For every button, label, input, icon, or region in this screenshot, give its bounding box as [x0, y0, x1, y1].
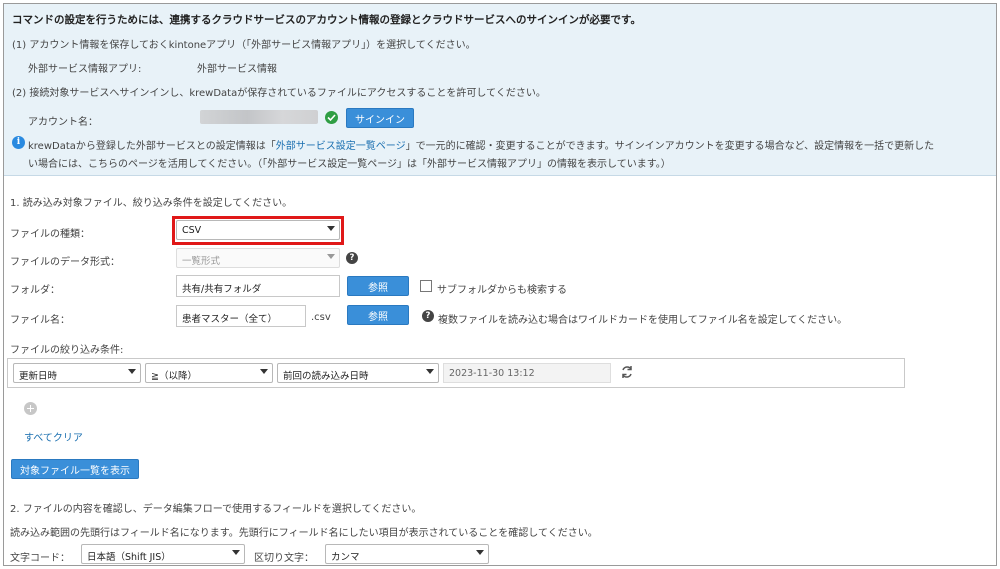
- filter-value-type-value: 前回の読み込み日時: [283, 371, 369, 382]
- delimiter-label: 区切り文字：: [254, 553, 314, 564]
- help-icon[interactable]: ?: [346, 252, 358, 264]
- app-value: 外部サービス情報: [197, 64, 277, 75]
- check-icon: [325, 111, 338, 124]
- refresh-icon[interactable]: [620, 365, 634, 379]
- show-file-list-button[interactable]: 対象ファイル一覧を表示: [11, 459, 139, 479]
- chevron-down-icon: [426, 369, 434, 374]
- settings-list-link[interactable]: 外部サービス設定一覧ページ: [276, 141, 406, 152]
- file-type-label: ファイルの種類：: [10, 229, 90, 240]
- settings-note: krewDataから登録した外部サービスとの設定情報は「外部サービス設定一覧ペー…: [28, 137, 934, 152]
- encoding-label: 文字コード：: [10, 553, 70, 564]
- filter-operator-select[interactable]: ≧（以降）: [145, 363, 273, 383]
- signin-heading: コマンドの設定を行うためには、連携するクラウドサービスのアカウント情報の登録とク…: [12, 14, 641, 26]
- delimiter-value: カンマ: [331, 552, 360, 563]
- filter-value: 2023-11-30 13:12: [449, 368, 535, 379]
- delimiter-select[interactable]: カンマ: [325, 544, 489, 564]
- filter-operator-value: ≧（以降）: [151, 371, 197, 382]
- filename-ext: .csv: [311, 312, 331, 323]
- section1-title: 1. 読み込み対象ファイル、絞り込み条件を設定してください。: [10, 198, 293, 209]
- chevron-down-icon: [260, 369, 268, 374]
- signin-button[interactable]: サインイン: [346, 108, 414, 128]
- folder-label: フォルダ：: [10, 285, 60, 296]
- folder-value: 共有/共有フォルダ: [182, 284, 262, 295]
- folder-browse-button[interactable]: 参照: [347, 276, 409, 296]
- note-prefix: krewDataから登録した外部サービスとの設定情報は「: [28, 141, 276, 152]
- filter-value-type-select[interactable]: 前回の読み込み日時: [277, 363, 439, 383]
- account-label: アカウント名：: [28, 117, 98, 128]
- note-suffix: 」で一元的に確認・変更することができます。サインインアカウントを変更する場合など…: [405, 141, 935, 152]
- data-format-label: ファイルのデータ形式：: [10, 257, 120, 268]
- wildcard-hint: 複数ファイルを読み込む場合はワイルドカードを使用してファイル名を設定してください…: [438, 315, 848, 326]
- chevron-down-icon: [327, 254, 335, 259]
- filter-value-input: 2023-11-30 13:12: [443, 363, 611, 383]
- command-settings-panel: コマンドの設定を行うためには、連携するクラウドサービスのアカウント情報の登録とク…: [3, 3, 997, 566]
- account-name-redacted: [200, 110, 318, 124]
- filename-label: ファイル名：: [10, 315, 70, 326]
- encoding-select[interactable]: 日本語（Shift JIS）: [81, 544, 245, 564]
- filter-row: 更新日時 ≧（以降） 前回の読み込み日時 2023-11-30 13:12: [7, 358, 905, 388]
- add-condition-icon[interactable]: [24, 402, 37, 415]
- header-row-note: 読み込み範囲の先頭行はフィールド名になります。先頭行にフィールド名にしたい項目が…: [10, 528, 598, 539]
- step2-text: (2) 接続対象サービスへサインインし、krewDataが保存されているファイル…: [12, 88, 546, 99]
- filename-browse-button[interactable]: 参照: [347, 305, 409, 325]
- data-format-value: 一覧形式: [182, 256, 221, 267]
- clear-all-link[interactable]: すべてクリア: [24, 429, 83, 444]
- signin-info-panel: コマンドの設定を行うためには、連携するクラウドサービスのアカウント情報の登録とク…: [4, 4, 996, 176]
- filter-field-select[interactable]: 更新日時: [13, 363, 141, 383]
- step1-text: (1) アカウント情報を保存しておくkintoneアプリ（「外部サービス情報アプ…: [12, 40, 476, 51]
- highlight-box: [172, 216, 344, 245]
- chevron-down-icon: [232, 550, 240, 555]
- folder-input[interactable]: 共有/共有フォルダ: [176, 275, 340, 297]
- filename-value: 患者マスター（全て）: [182, 314, 278, 325]
- filter-field-value: 更新日時: [19, 371, 58, 382]
- data-format-select: 一覧形式: [176, 248, 340, 268]
- settings-note-line2: い場合には、こちらのページを活用してください。（「外部サービス設定一覧ページ」は…: [28, 159, 671, 170]
- encoding-value: 日本語（Shift JIS）: [87, 552, 171, 563]
- filter-label: ファイルの絞り込み条件:: [10, 345, 124, 356]
- chevron-down-icon: [128, 369, 136, 374]
- subfolder-label: サブフォルダからも検索する: [437, 285, 567, 296]
- subfolder-checkbox[interactable]: [420, 280, 432, 292]
- filename-input[interactable]: 患者マスター（全て）: [176, 305, 306, 327]
- app-label: 外部サービス情報アプリ:: [28, 64, 142, 75]
- section2-title: 2. ファイルの内容を確認し、データ編集フローで使用するフィールドを選択してくだ…: [10, 504, 422, 515]
- info-icon: i: [12, 136, 25, 149]
- chevron-down-icon: [476, 550, 484, 555]
- help-icon[interactable]: ?: [422, 310, 434, 322]
